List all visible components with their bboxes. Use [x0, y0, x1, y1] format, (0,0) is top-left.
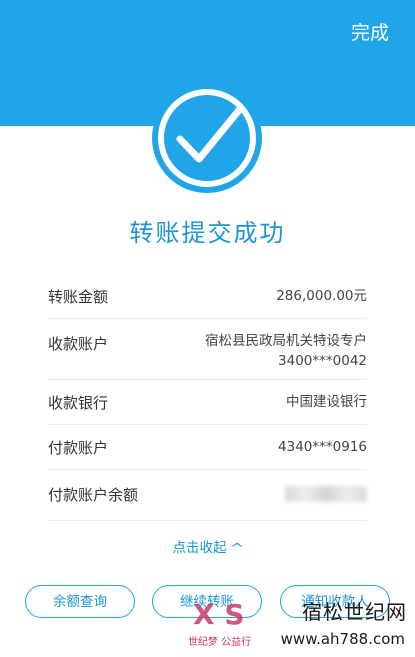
- collapse-toggle[interactable]: 点击收起 ^: [0, 536, 415, 556]
- transfer-details: 转账金额 286,000.00元 收款账户 宿松县民政局机关特设专户 3400*…: [48, 272, 367, 521]
- payee-account-number: 3400***0042: [278, 353, 367, 369]
- row-label: 付款账户: [48, 439, 109, 457]
- done-button[interactable]: 完成: [351, 18, 389, 45]
- payee-name: 宿松县民政局机关特设专户: [205, 333, 367, 349]
- watermark-tag: 世纪梦 公益行: [188, 637, 252, 648]
- row-label: 收款银行: [48, 394, 109, 412]
- balance-query-button[interactable]: 余额查询: [25, 585, 135, 618]
- blurred-balance: [285, 486, 367, 502]
- row-value: 宿松县民政局机关特设专户 3400***0042: [205, 331, 367, 371]
- chevron-up-icon: ^: [230, 541, 245, 555]
- row-value: 286,000.00元: [276, 288, 367, 304]
- detail-row-payee-account: 收款账户 宿松县民政局机关特设专户 3400***0042: [48, 319, 367, 380]
- detail-row-amount: 转账金额 286,000.00元: [48, 272, 367, 319]
- row-value: 4340***0916: [278, 439, 367, 455]
- page-title: 转账提交成功: [129, 219, 286, 247]
- collapse-label: 点击收起: [172, 540, 227, 556]
- detail-row-payee-bank: 收款银行 中国建设银行: [48, 380, 367, 425]
- row-label: 收款账户: [48, 335, 109, 353]
- row-label: 付款账户余额: [48, 486, 139, 504]
- watermark-logo: X S: [193, 598, 245, 631]
- watermark-url: www.ah788.com: [280, 630, 405, 648]
- detail-row-payer-account: 付款账户 4340***0916: [48, 425, 367, 470]
- watermark-brand: 宿松世纪网: [302, 600, 407, 624]
- row-value: 中国建设银行: [286, 394, 367, 410]
- row-label: 转账金额: [48, 288, 109, 306]
- success-check-icon: [152, 83, 262, 193]
- detail-row-payer-balance: 付款账户余额: [48, 470, 367, 521]
